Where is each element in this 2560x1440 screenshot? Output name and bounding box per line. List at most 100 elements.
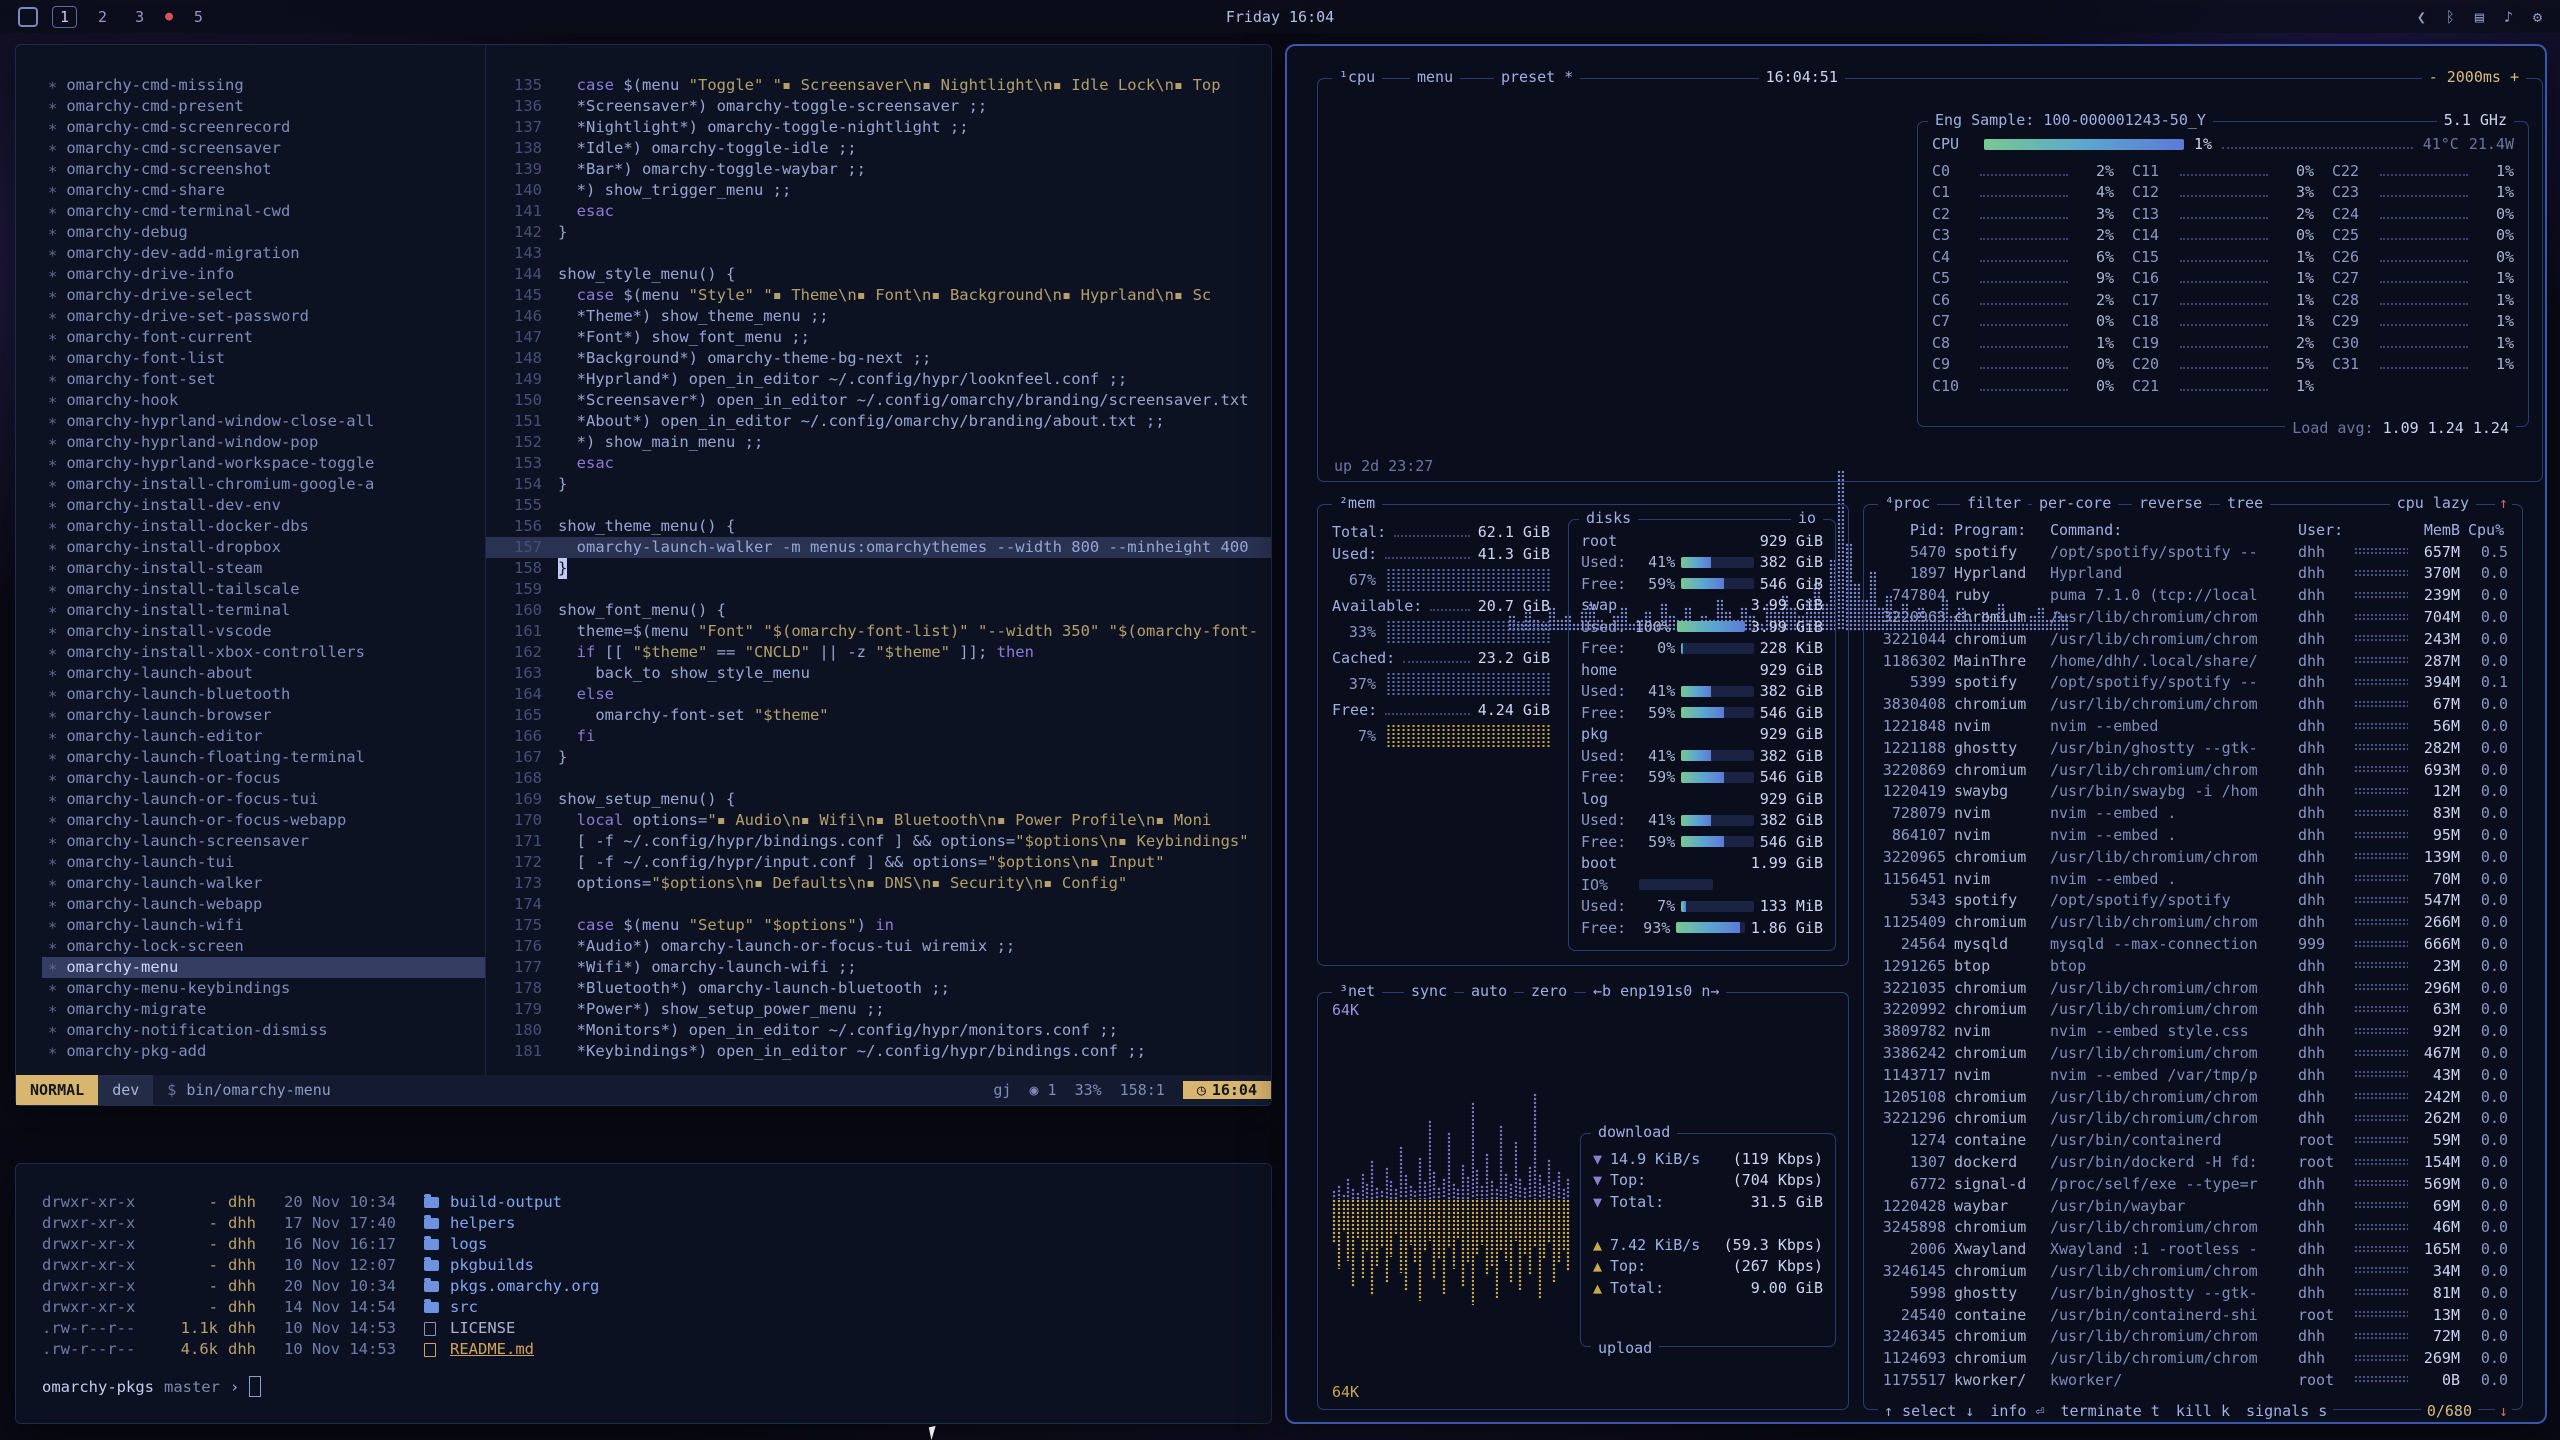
tree-item[interactable]: ∗ omarchy-drive-info (42, 264, 485, 285)
process-row[interactable]: 1156451 nvim nvim --embed . dhh 70M 0.0 (1876, 868, 2512, 890)
tree-item[interactable]: ∗ omarchy-drive-set-password (42, 306, 485, 327)
process-row[interactable]: 1220419 swaybg /usr/bin/swaybg -i /hom d… (1876, 781, 2512, 803)
settings-icon[interactable]: ⚙ (2533, 8, 2542, 26)
process-row[interactable]: 3221044 chromium /usr/lib/chromium/chrom… (1876, 628, 2512, 650)
tab-cpu[interactable]: ¹cpu (1332, 68, 1382, 86)
process-row[interactable]: 1124693 chromium /usr/lib/chromium/chrom… (1876, 1347, 2512, 1369)
tree-item[interactable]: ∗ omarchy-cmd-screenrecord (42, 117, 485, 138)
process-row[interactable]: 3220965 chromium /usr/lib/chromium/chrom… (1876, 846, 2512, 868)
tab-mem[interactable]: ²mem (1332, 494, 1382, 512)
process-row[interactable]: 1897 Hyprland Hyprland dhh 370M 0.0 (1876, 563, 2512, 585)
tree-item[interactable]: ∗ omarchy-migrate (42, 999, 485, 1020)
tree-item[interactable]: ∗ omarchy-install-terminal (42, 600, 485, 621)
tree-item[interactable]: ∗ omarchy-cmd-present (42, 96, 485, 117)
tree-item[interactable]: ∗ omarchy-launch-about (42, 663, 485, 684)
tree-item[interactable]: ∗ omarchy-launch-webapp (42, 894, 485, 915)
tree-item[interactable]: ∗ omarchy-launch-browser (42, 705, 485, 726)
tree-item[interactable]: ∗ omarchy-install-dropbox (42, 537, 485, 558)
tree-item[interactable]: ∗ omarchy-lock-screen (42, 936, 485, 957)
tree-item[interactable]: ∗ omarchy-pkg-add (42, 1041, 485, 1062)
tree-item[interactable]: ∗ omarchy-font-current (42, 327, 485, 348)
tree-item[interactable]: ∗ omarchy-install-tailscale (42, 579, 485, 600)
process-row[interactable]: 728079 nvim nvim --embed . dhh 83M 0.0 (1876, 802, 2512, 824)
tree-item[interactable]: ∗ omarchy-dev-add-migration (42, 243, 485, 264)
process-row[interactable]: 5998 ghostty /usr/bin/ghostty --gtk- dhh… (1876, 1282, 2512, 1304)
process-row[interactable]: 1307 dockerd /usr/bin/dockerd -H fd: roo… (1876, 1151, 2512, 1173)
menu-button[interactable]: menu (1410, 68, 1460, 86)
proc-sort-selector[interactable]: cpu lazy (2390, 494, 2476, 512)
tree-item[interactable]: ∗ omarchy-cmd-share (42, 180, 485, 201)
tree-item[interactable]: ∗ omarchy-cmd-screensaver (42, 138, 485, 159)
process-table-header[interactable]: Pid: Program: Command: User: MemB Cpu% (1876, 519, 2512, 541)
tree-item[interactable]: ∗ omarchy-cmd-missing (42, 75, 485, 96)
bluetooth-icon[interactable]: ᛒ (2446, 8, 2455, 26)
display-icon[interactable]: ▤ (2475, 8, 2484, 26)
header-pid[interactable]: Pid: (1876, 521, 1954, 539)
tree-item[interactable]: ∗ omarchy-launch-floating-terminal (42, 747, 485, 768)
chevron-left-icon[interactable]: ❮ (2417, 8, 2426, 26)
process-row[interactable]: 3245898 chromium /usr/lib/chromium/chrom… (1876, 1217, 2512, 1239)
tab-net[interactable]: ³net (1332, 982, 1382, 1000)
process-row[interactable]: 6772 signal-d /proc/self/exe --type=r dh… (1876, 1173, 2512, 1195)
process-row[interactable]: 24564 mysqld mysqld --max-connection 999… (1876, 933, 2512, 955)
tree-item[interactable]: ∗ omarchy-drive-select (42, 285, 485, 306)
process-row[interactable]: 24540 containe /usr/bin/containerd-shi r… (1876, 1304, 2512, 1326)
proc-filter-button[interactable]: filter (1960, 494, 2028, 512)
footer-hint[interactable]: kill k (2176, 1402, 2230, 1420)
omarchy-logo-icon[interactable] (18, 7, 38, 27)
header-command[interactable]: Command: (2050, 521, 2298, 539)
process-row[interactable]: 864107 nvim nvim --embed . dhh 95M 0.0 (1876, 824, 2512, 846)
tree-item[interactable]: ∗ omarchy-font-list (42, 348, 485, 369)
process-row[interactable]: 1220428 waybar /usr/bin/waybar dhh 69M 0… (1876, 1195, 2512, 1217)
process-row[interactable]: 2006 Xwayland Xwayland :1 -rootless - dh… (1876, 1238, 2512, 1260)
net-interface-selector[interactable]: ←b enp191s0 n→ (1586, 982, 1726, 1000)
scroll-down-icon[interactable]: ↓ (2495, 1402, 2512, 1420)
tree-item[interactable]: ∗ omarchy-menu-keybindings (42, 978, 485, 999)
io-tab[interactable]: io (1791, 509, 1823, 527)
tree-item[interactable]: ∗ omarchy-launch-or-focus-tui (42, 789, 485, 810)
tree-item[interactable]: ∗ omarchy-launch-wifi (42, 915, 485, 936)
tree-item[interactable]: ∗ omarchy-install-dev-env (42, 495, 485, 516)
footer-hint[interactable]: signals s (2246, 1402, 2327, 1420)
header-user[interactable]: User: (2298, 521, 2350, 539)
process-row[interactable]: 3386242 chromium /usr/lib/chromium/chrom… (1876, 1042, 2512, 1064)
proc-reverse-button[interactable]: reverse (2132, 494, 2209, 512)
process-row[interactable]: 3246345 chromium /usr/lib/chromium/chrom… (1876, 1325, 2512, 1347)
footer-hint[interactable]: terminate t (2061, 1402, 2160, 1420)
process-row[interactable]: 1205108 chromium /usr/lib/chromium/chrom… (1876, 1086, 2512, 1108)
net-tab-zero[interactable]: zero (1524, 982, 1574, 1000)
process-row[interactable]: 1221848 nvim nvim --embed dhh 56M 0.0 (1876, 715, 2512, 737)
proc-tree-button[interactable]: tree (2220, 494, 2270, 512)
process-row[interactable]: 747804 ruby puma 7.1.0 (tcp://local dhh … (1876, 584, 2512, 606)
tree-item[interactable]: ∗ omarchy-launch-screensaver (42, 831, 485, 852)
footer-hint[interactable]: info ⏎ (1990, 1402, 2044, 1420)
process-row[interactable]: 3809782 nvim nvim --embed style.css dhh … (1876, 1020, 2512, 1042)
process-row[interactable]: 5399 spotify /opt/spotify/spotify -- dhh… (1876, 672, 2512, 694)
tree-item[interactable]: ∗ omarchy-cmd-screenshot (42, 159, 485, 180)
preset-button[interactable]: preset * (1494, 68, 1580, 86)
tree-item[interactable]: ∗ omarchy-cmd-terminal-cwd (42, 201, 485, 222)
tree-item[interactable]: ∗ omarchy-install-docker-dbs (42, 516, 485, 537)
update-interval-control[interactable]: - 2000ms + (2422, 68, 2526, 86)
header-memb[interactable]: MemB (2412, 521, 2468, 539)
tree-item[interactable]: ∗ omarchy-install-vscode (42, 621, 485, 642)
tree-item[interactable]: ∗ omarchy-notification-dismiss (42, 1020, 485, 1041)
process-row[interactable]: 1274 containe /usr/bin/containerd root 5… (1876, 1129, 2512, 1151)
tree-item[interactable]: ∗ omarchy-install-xbox-controllers (42, 642, 485, 663)
header-cpu[interactable]: Cpu% (2468, 521, 2512, 539)
tree-item[interactable]: ∗ omarchy-launch-editor (42, 726, 485, 747)
process-row[interactable]: 3220963 chromium /usr/lib/chromium/chrom… (1876, 606, 2512, 628)
process-row[interactable]: 3246145 chromium /usr/lib/chromium/chrom… (1876, 1260, 2512, 1282)
process-row[interactable]: 3221035 chromium /usr/lib/chromium/chrom… (1876, 977, 2512, 999)
net-tab-auto[interactable]: auto (1464, 982, 1514, 1000)
process-row[interactable]: 1291265 btop btop dhh 23M 0.0 (1876, 955, 2512, 977)
process-row[interactable]: 1125409 chromium /usr/lib/chromium/chrom… (1876, 911, 2512, 933)
process-row[interactable]: 5470 spotify /opt/spotify/spotify -- dhh… (1876, 541, 2512, 563)
tree-item[interactable]: ∗ omarchy-install-steam (42, 558, 485, 579)
tab-proc[interactable]: ⁴proc (1878, 494, 1937, 512)
tree-item[interactable]: ∗ omarchy-hyprland-window-close-all (42, 411, 485, 432)
process-row[interactable]: 3220992 chromium /usr/lib/chromium/chrom… (1876, 999, 2512, 1021)
disks-title[interactable]: disks (1579, 509, 1638, 527)
process-row[interactable]: 1221188 ghostty /usr/bin/ghostty --gtk- … (1876, 737, 2512, 759)
tree-item[interactable]: ∗ omarchy-hyprland-window-pop (42, 432, 485, 453)
